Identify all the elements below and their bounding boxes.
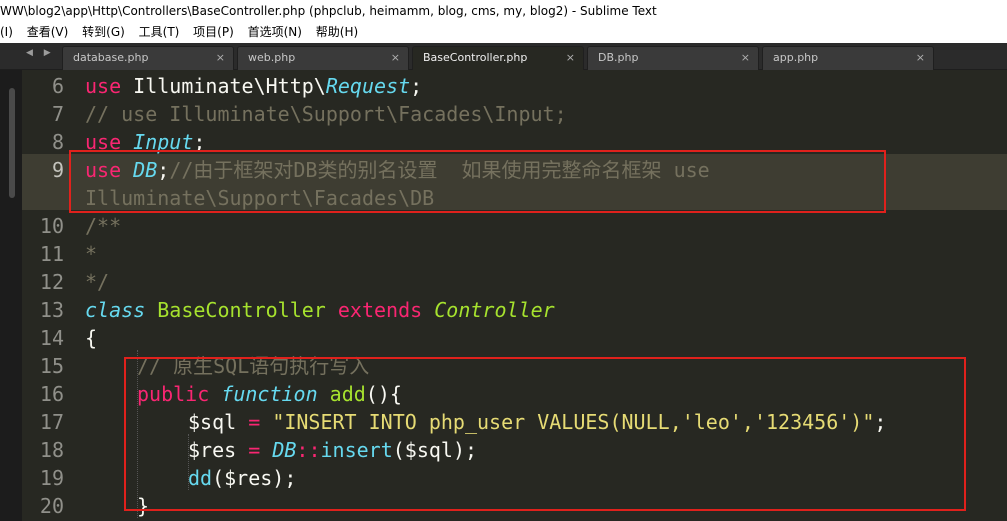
line-number: 11 bbox=[39, 242, 64, 266]
code-token: Illuminate\Http\ bbox=[121, 74, 326, 98]
code-line-10: /** bbox=[85, 214, 122, 238]
close-icon[interactable]: × bbox=[916, 47, 925, 69]
tab-label: app.php bbox=[773, 51, 819, 64]
code-token: extends bbox=[337, 298, 423, 322]
code-line-13: class BaseController extends Controller bbox=[85, 296, 555, 324]
line-number: 7 bbox=[51, 102, 64, 126]
tab-label: web.php bbox=[248, 51, 296, 64]
tab-app-php[interactable]: app.php × bbox=[762, 46, 934, 70]
menu-item-goto[interactable]: 转到(G) bbox=[77, 22, 130, 43]
tab-db-php[interactable]: DB.php × bbox=[587, 46, 759, 70]
menu-bar: (I) 查看(V) 转到(G) 工具(T) 项目(P) 首选项(N) 帮助(H) bbox=[0, 22, 1007, 43]
tab-scroll-arrows-icon[interactable]: ◀ ▶ bbox=[26, 48, 55, 58]
tab-web-php[interactable]: web.php × bbox=[237, 46, 409, 70]
line-number-gutter: 6 7 8 9 10 11 12 13 14 15 16 17 18 19 20 bbox=[22, 70, 74, 521]
tab-label: BaseController.php bbox=[423, 51, 528, 64]
code-line-11: * bbox=[85, 242, 98, 266]
line-number-current: 9 bbox=[51, 158, 64, 182]
line-number: 17 bbox=[39, 410, 64, 434]
line-number: 16 bbox=[39, 382, 64, 406]
window-title: WW\blog2\app\Http\Controllers\BaseContro… bbox=[0, 0, 1007, 22]
line-number: 15 bbox=[39, 354, 64, 378]
menu-item-partial[interactable]: (I) bbox=[0, 22, 18, 43]
tab-label: database.php bbox=[73, 51, 149, 64]
menu-item-tools[interactable]: 工具(T) bbox=[134, 22, 185, 43]
code-line-12: */ bbox=[85, 270, 110, 294]
line-number: 10 bbox=[39, 214, 64, 238]
line-number: 8 bbox=[51, 130, 64, 154]
code-token: BaseController bbox=[157, 298, 326, 322]
code-line-7: // use Illuminate\Support\Facades\Input; bbox=[85, 102, 567, 126]
code-token: use bbox=[85, 74, 122, 98]
tab-basecontroller-php[interactable]: BaseController.php × bbox=[412, 46, 584, 70]
menu-item-help[interactable]: 帮助(H) bbox=[311, 22, 363, 43]
line-number: 14 bbox=[39, 326, 64, 350]
code-line-6: use Illuminate\Http\Request; bbox=[85, 72, 422, 100]
menu-item-view[interactable]: 查看(V) bbox=[22, 22, 74, 43]
menu-item-preferences[interactable]: 首选项(N) bbox=[243, 22, 307, 43]
close-icon[interactable]: × bbox=[741, 47, 750, 69]
code-line-14: { bbox=[85, 326, 98, 350]
annotation-box-add-function bbox=[124, 357, 966, 511]
code-editor[interactable]: 6 7 8 9 10 11 12 13 14 15 16 17 18 19 20… bbox=[0, 70, 1007, 521]
line-number: 20 bbox=[39, 494, 64, 518]
tab-database-php[interactable]: database.php × bbox=[62, 46, 234, 70]
code-token: Controller bbox=[434, 298, 555, 322]
tab-bar: ◀ ▶ database.php × web.php × BaseControl… bbox=[0, 43, 1007, 70]
annotation-box-use-db bbox=[69, 150, 886, 213]
line-number: 19 bbox=[39, 466, 64, 490]
code-token: class bbox=[85, 298, 146, 322]
close-icon[interactable]: × bbox=[216, 47, 225, 69]
sidebar-strip bbox=[0, 70, 22, 521]
menu-item-project[interactable]: 项目(P) bbox=[188, 22, 239, 43]
close-icon[interactable]: × bbox=[566, 47, 575, 69]
code-token: ; bbox=[410, 74, 423, 98]
sidebar-scroll-thumb[interactable] bbox=[9, 88, 15, 198]
tab-label: DB.php bbox=[598, 51, 639, 64]
code-token: Request bbox=[325, 74, 411, 98]
close-icon[interactable]: × bbox=[391, 47, 400, 69]
line-number: 12 bbox=[39, 270, 64, 294]
line-number: 18 bbox=[39, 438, 64, 462]
line-number: 6 bbox=[51, 74, 64, 98]
line-number: 13 bbox=[39, 298, 64, 322]
